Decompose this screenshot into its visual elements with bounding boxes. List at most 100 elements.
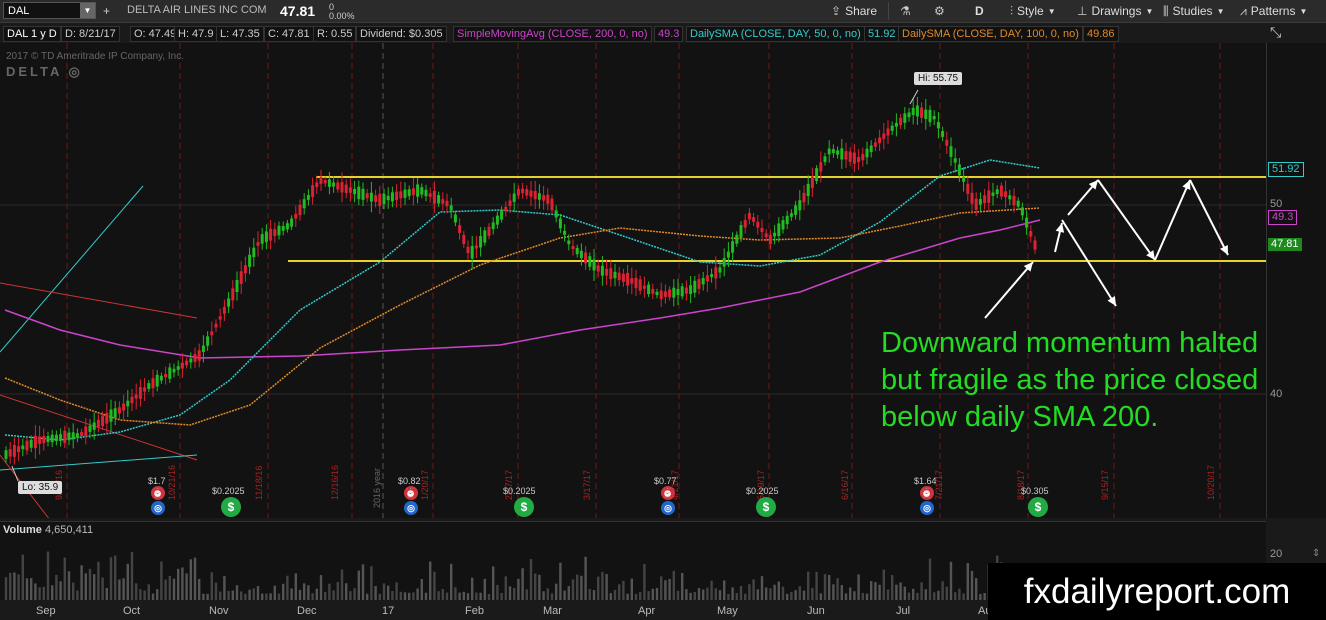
settings-button[interactable]: ⚙ [934,3,945,19]
aggregation-button[interactable]: D [975,3,984,19]
candle-body [206,336,210,346]
candle-body [899,117,903,126]
drawings-button[interactable]: ⊥ Drawings ▼ [1077,3,1153,19]
volume-bar [828,575,831,600]
candle-body [63,430,67,444]
volume-bar [361,564,365,600]
candle-body [126,400,130,407]
volume-bar [563,590,566,600]
volume-bar [395,582,398,600]
x-tick: Dec [297,605,317,617]
volume-bar [731,587,734,600]
studies-button[interactable]: ⫼ Studies ▼ [1163,3,1224,19]
candle-body [642,285,646,289]
candle-body [861,154,865,161]
symbol-input[interactable]: DAL ▼ [3,2,96,19]
candle-body [340,182,344,193]
candle-body [857,157,861,163]
volume-bar [235,585,239,600]
volume-bar [231,590,234,600]
candle-body [67,432,71,441]
style-button[interactable]: ⫶ Style ▼ [1010,3,1056,19]
date-label: 12/16/16 [330,465,340,500]
earnings-icon[interactable]: ⏰ [920,486,934,500]
dividend-icon[interactable]: $ [514,497,534,517]
volume-bar [9,572,12,600]
candle-body [697,279,701,289]
candle-body [80,432,84,436]
candle-body [449,205,453,211]
dividend-icon[interactable]: $ [1028,497,1048,517]
earnings-icon[interactable]: ⏰ [661,486,675,500]
volume-bar [21,554,24,600]
last-price: 47.81 [280,3,316,19]
candle-body [710,274,714,278]
candle-body [701,277,705,285]
volume-bar [172,578,176,600]
volume-bar [382,583,386,600]
symbol-dropdown-icon[interactable]: ▼ [80,3,95,18]
volume-bar [273,585,276,600]
sma100-label[interactable]: DailySMA (CLOSE, DAY, 100, 0, no) [898,26,1083,42]
dividend-icon[interactable]: $ [756,497,776,517]
period-label[interactable]: DAL 1 y D [3,26,61,42]
info-icon[interactable]: ◎ [661,501,675,515]
candle-body [281,226,285,231]
volume-bar [72,582,75,600]
dividend-value: $0.305 [1021,486,1049,496]
dividend-value: Dividend: $0.305 [356,26,447,42]
analysis-annotation: Downward momentum halted but fragile as … [881,325,1258,436]
candle-body [365,193,369,199]
volume-bar [340,569,344,600]
volume-bar [534,573,537,600]
patterns-button[interactable]: ⩘ Patterns ▼ [1240,3,1307,19]
volume-bar [38,587,41,600]
candle-body [495,215,499,225]
volume-bar [723,580,726,600]
collapse-icon[interactable]: ⇕ [1312,548,1320,559]
volume-bar [114,555,117,600]
price-chart[interactable]: 9/16/1610/21/1611/18/1612/16/161/20/172/… [0,43,1266,518]
chevron-down-icon: ▼ [1299,6,1308,16]
info-icon[interactable]: ◎ [151,501,165,515]
share-icon: ⇪ [831,4,842,18]
share-button[interactable]: ⇪ Share [831,3,877,19]
volume-bar [676,590,680,600]
date-label: 6/16/17 [840,470,850,500]
volume-bar [118,579,121,600]
volume-bar [185,573,188,600]
earnings-icon[interactable]: ⏰ [151,486,165,500]
chevron-down-icon: ▼ [1145,6,1154,16]
plus-icon[interactable]: + [103,4,110,18]
candle-body [214,323,218,328]
candle-body [550,198,554,211]
volume-bar [219,591,222,600]
earnings-icon[interactable]: ⏰ [404,486,418,500]
volume-bar [580,575,583,600]
flask-button[interactable]: ⚗ [900,3,911,19]
candle-body [222,306,226,314]
last-price-tag: 47.81 [1268,238,1302,251]
candle-body [504,206,508,212]
sma200-label[interactable]: SimpleMovingAvg (CLOSE, 200, 0, no) [453,26,652,42]
volume-bar [735,593,738,600]
volume-bar [870,581,873,600]
candle-body [416,184,420,197]
candle-body [756,221,760,228]
volume-bar [542,591,545,600]
volume-bar [970,570,974,600]
volume-bar [840,585,843,600]
volume-bar [538,574,541,600]
volume-bar [324,591,327,600]
dividend-icon[interactable]: $ [221,497,241,517]
info-icon[interactable]: ◎ [920,501,934,515]
info-icon[interactable]: ◎ [404,501,418,515]
volume-bar [739,586,743,600]
volume-bar [937,590,940,600]
expand-icon[interactable]: ⤡ [1270,24,1290,40]
price-axis[interactable] [1266,43,1326,518]
candle-body [773,232,777,237]
candle-body [890,125,894,131]
volume-bar [97,561,100,600]
sma50-label[interactable]: DailySMA (CLOSE, DAY, 50, 0, no) [686,26,865,42]
